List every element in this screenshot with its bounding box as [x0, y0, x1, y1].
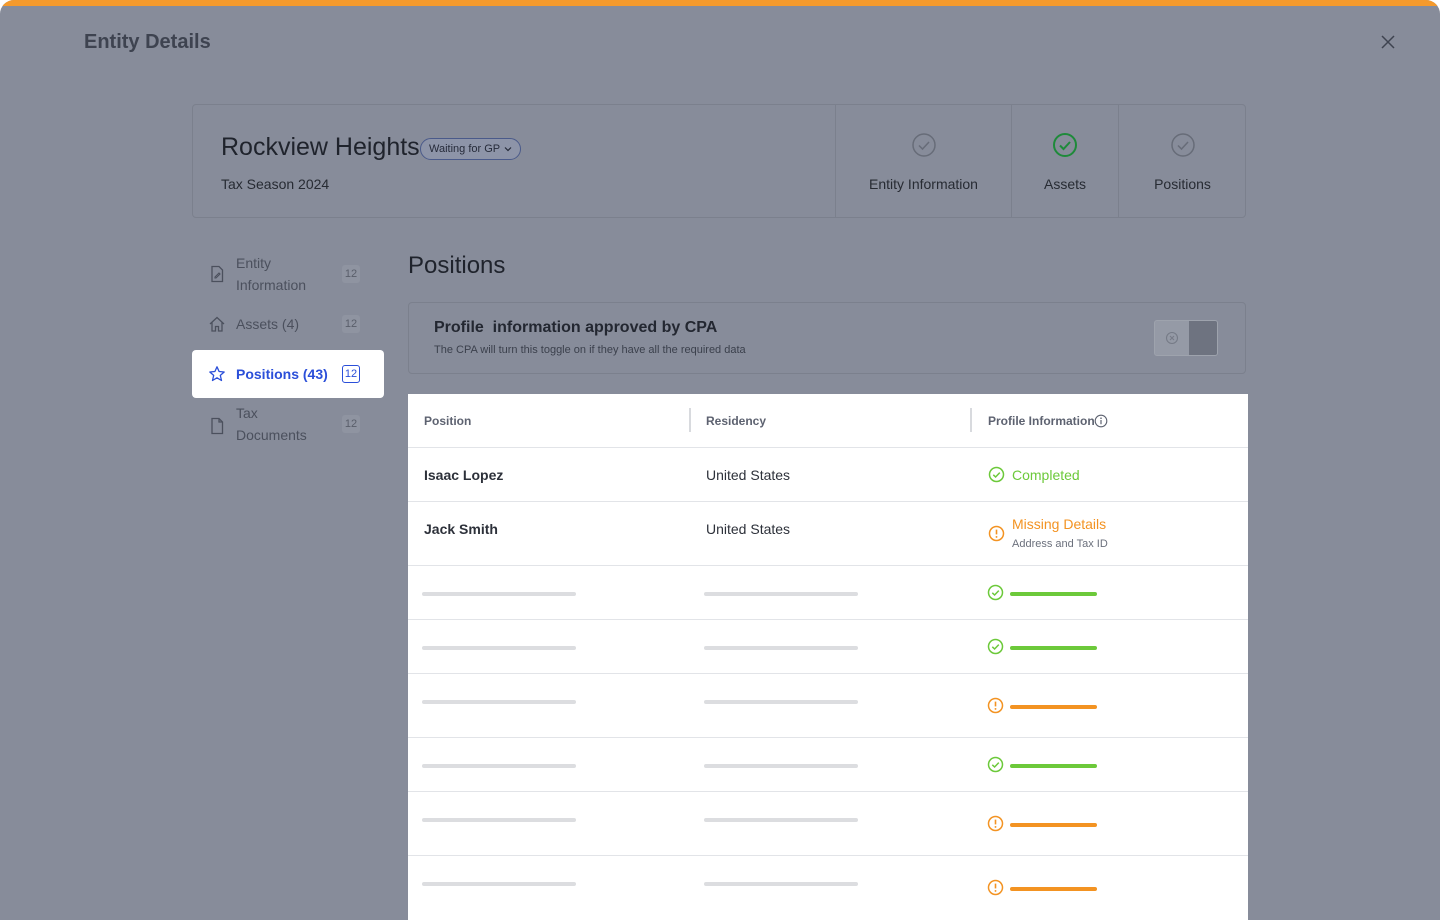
count-badge: 12: [342, 265, 360, 283]
positions-table: Position Residency Profile Information I…: [408, 394, 1248, 920]
table-row[interactable]: Isaac Lopez United States Completed: [408, 448, 1248, 502]
modal-overlay: Entity Details Rockview Heights Waiting …: [0, 0, 1440, 920]
placeholder-bar: [704, 592, 858, 596]
step-entity-information[interactable]: Entity Information: [835, 105, 1011, 217]
table-row[interactable]: [408, 674, 1248, 738]
modal-title: Entity Details: [84, 31, 211, 53]
profile-status: Completed: [1012, 467, 1080, 483]
residency-value: United States: [706, 521, 791, 537]
status-placeholder-bar: [1010, 705, 1097, 709]
file-icon: [211, 417, 224, 435]
column-header-profile-information[interactable]: Profile Information: [988, 414, 1095, 428]
placeholder-bar: [704, 646, 858, 650]
placeholder-bar: [422, 592, 576, 596]
step-positions[interactable]: Positions: [1118, 105, 1246, 217]
placeholder-bar: [704, 818, 858, 822]
x-circle-icon: [1165, 331, 1179, 345]
check-circle-icon: [1053, 133, 1077, 157]
sidebar-item-tax-documents[interactable]: Tax Documents 12: [192, 402, 384, 450]
placeholder-bar: [704, 882, 858, 886]
placeholder-bar: [422, 646, 576, 650]
approval-title: Profile information approved by CPA: [434, 319, 718, 336]
page-title: Positions: [408, 252, 506, 279]
close-button[interactable]: [1376, 30, 1400, 54]
chevron-down-icon: [504, 147, 512, 152]
check-circle-icon: [1170, 133, 1195, 157]
column-divider[interactable]: [689, 408, 691, 432]
table-row[interactable]: Jack Smith United States Missing Details…: [408, 502, 1248, 566]
column-header-residency[interactable]: Residency: [706, 414, 766, 428]
placeholder-bar: [422, 700, 576, 704]
step-label: Positions: [1154, 176, 1211, 192]
step-assets[interactable]: Assets: [1011, 105, 1118, 217]
sidebar-item-label: Tax: [236, 405, 258, 421]
status-placeholder-bar: [1010, 823, 1097, 827]
status-placeholder-bar: [1010, 646, 1097, 650]
status-dropdown[interactable]: Waiting for GP: [420, 138, 522, 160]
column-divider[interactable]: [970, 408, 972, 432]
sidebar-item-entity-information[interactable]: Entity Information 12: [192, 250, 384, 298]
check-circle-icon: [987, 756, 1004, 773]
table-row[interactable]: [408, 566, 1248, 620]
status-placeholder-bar: [1010, 592, 1097, 596]
sidebar-item-label: Information: [236, 277, 307, 293]
check-circle-icon: [911, 133, 936, 157]
sidebar-item-positions[interactable]: Positions (43) 12: [192, 350, 384, 398]
toggle-thumb: [1189, 321, 1217, 355]
star-icon: [209, 366, 225, 382]
close-icon: [1381, 35, 1395, 49]
profile-status-detail: Address and Tax ID: [1012, 538, 1108, 550]
entity-name: Rockview Heights: [221, 133, 420, 161]
placeholder-bar: [422, 764, 576, 768]
status-placeholder-bar: [1010, 887, 1097, 891]
check-circle-icon: [987, 584, 1004, 601]
entity-subtitle: Tax Season 2024: [221, 176, 330, 192]
status-placeholder-bar: [1010, 764, 1097, 768]
alert-circle-icon: [988, 525, 1005, 542]
sidebar-item-label: Documents: [236, 427, 307, 443]
step-label: Entity Information: [869, 176, 978, 192]
alert-circle-icon: [987, 815, 1004, 832]
placeholder-bar: [422, 818, 576, 822]
placeholder-bar: [422, 882, 576, 886]
sidebar-item-label: Entity: [236, 255, 272, 271]
check-circle-icon: [988, 466, 1005, 483]
alert-circle-icon: [987, 697, 1004, 714]
table-row[interactable]: [408, 738, 1248, 792]
cpa-approval-toggle[interactable]: [1154, 320, 1218, 356]
sidebar-item-label: Positions (43): [236, 366, 328, 382]
placeholder-bar: [704, 764, 858, 768]
table-header: Position Residency Profile Information: [408, 394, 1248, 448]
count-badge: 12: [342, 415, 360, 433]
count-badge: 12: [342, 315, 360, 333]
step-label: Assets: [1043, 176, 1086, 192]
check-circle-icon: [987, 638, 1004, 655]
document-edit-icon: [211, 265, 224, 283]
placeholder-bar: [704, 700, 858, 704]
alert-circle-icon: [987, 879, 1004, 896]
cpa-approval-card: Profile information approved by CPA The …: [408, 302, 1246, 374]
table-row[interactable]: [408, 856, 1248, 920]
position-name: Jack Smith: [424, 521, 498, 537]
residency-value: United States: [706, 467, 791, 483]
table-row[interactable]: [408, 620, 1248, 674]
info-icon[interactable]: [1094, 414, 1108, 428]
status-label: Waiting for GP: [429, 143, 501, 155]
column-header-position[interactable]: Position: [424, 414, 471, 428]
profile-status: Missing Details: [1012, 516, 1107, 532]
home-icon: [209, 316, 225, 332]
sidebar-item-assets[interactable]: Assets (4) 12: [192, 312, 384, 336]
table-row[interactable]: [408, 792, 1248, 856]
top-accent-bar: [0, 0, 1440, 6]
sidebar-item-label: Assets (4): [236, 316, 300, 332]
position-name: Isaac Lopez: [424, 467, 504, 483]
approval-description: The CPA will turn this toggle on if they…: [434, 344, 746, 356]
entity-summary-card: Rockview Heights Waiting for GP Tax Seas…: [192, 104, 1246, 218]
count-badge: 12: [342, 365, 360, 383]
